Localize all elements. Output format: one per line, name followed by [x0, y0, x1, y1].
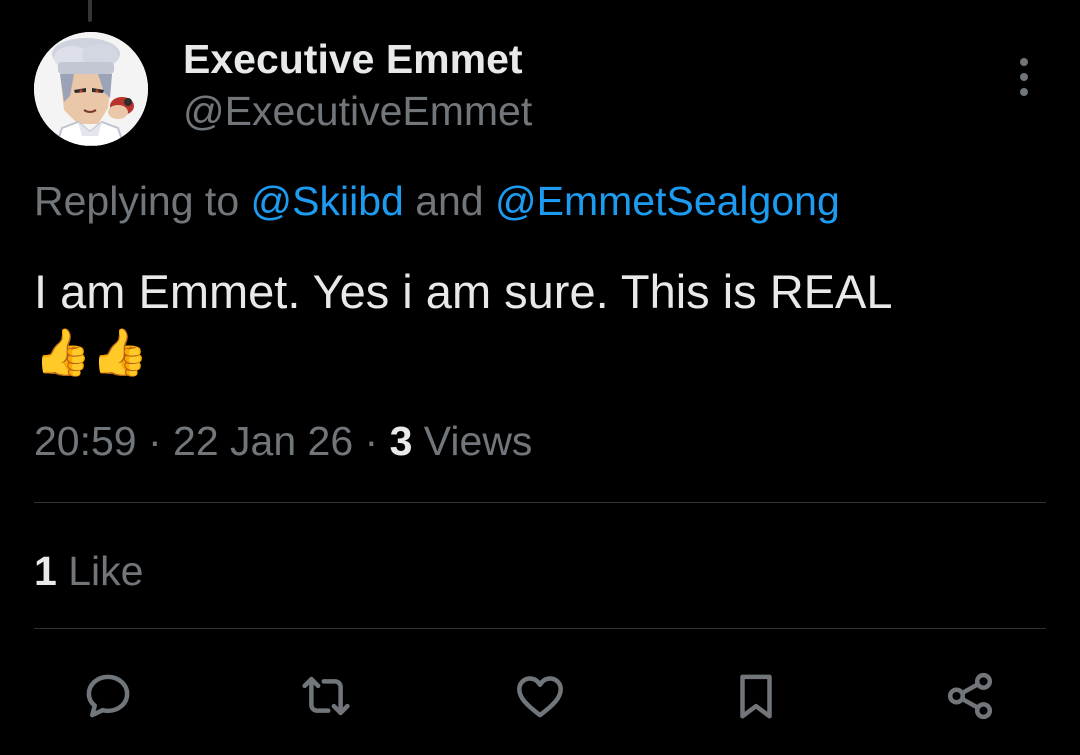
views-count[interactable]: 3 — [390, 418, 413, 464]
avatar[interactable] — [34, 32, 148, 146]
tweet-date[interactable]: 22 Jan 26 — [173, 418, 353, 464]
retweet-button[interactable] — [298, 668, 354, 724]
likes-summary[interactable]: 1 Like — [34, 548, 143, 595]
replying-to-joiner: and — [403, 178, 496, 224]
divider — [34, 502, 1046, 503]
thread-connector-line — [88, 0, 92, 22]
retweet-icon — [302, 676, 350, 716]
heart-icon — [517, 676, 563, 718]
replying-to-label: Replying to — [34, 178, 251, 224]
like-button[interactable] — [512, 668, 568, 724]
share-button[interactable] — [942, 668, 998, 724]
reply-icon — [86, 674, 130, 718]
bookmark-button[interactable] — [728, 668, 784, 724]
tweet-text: I am Emmet. Yes i am sure. This is REAL — [34, 265, 893, 318]
likes-count[interactable]: 1 — [34, 548, 57, 594]
views-label[interactable]: Views — [412, 418, 533, 464]
thumbs-up-emoji: 👍👍 — [34, 325, 149, 379]
more-vertical-icon — [1020, 58, 1028, 96]
more-options-button[interactable] — [1006, 54, 1042, 100]
share-icon — [947, 672, 993, 720]
likes-label[interactable]: Like — [57, 548, 143, 594]
divider — [34, 628, 1046, 629]
tweet-body: I am Emmet. Yes i am sure. This is REAL … — [34, 264, 1044, 380]
author-handle[interactable]: @ExecutiveEmmet — [183, 88, 532, 135]
meta-separator: · — [353, 418, 390, 464]
replying-to-line: Replying to @Skiibd and @EmmetSealgong — [34, 178, 840, 225]
tweet-metadata: 20:59 · 22 Jan 26 · 3 Views — [34, 418, 532, 465]
mention-link-emmetsealgong[interactable]: @EmmetSealgong — [495, 178, 840, 224]
mention-link-skiibd[interactable]: @Skiibd — [251, 178, 404, 224]
bookmark-icon — [740, 674, 772, 719]
reply-button[interactable] — [80, 668, 136, 724]
meta-separator: · — [136, 418, 174, 464]
chef-character-avatar-image — [34, 32, 148, 146]
tweet-time[interactable]: 20:59 — [34, 418, 137, 464]
author-display-name[interactable]: Executive Emmet — [183, 36, 523, 83]
